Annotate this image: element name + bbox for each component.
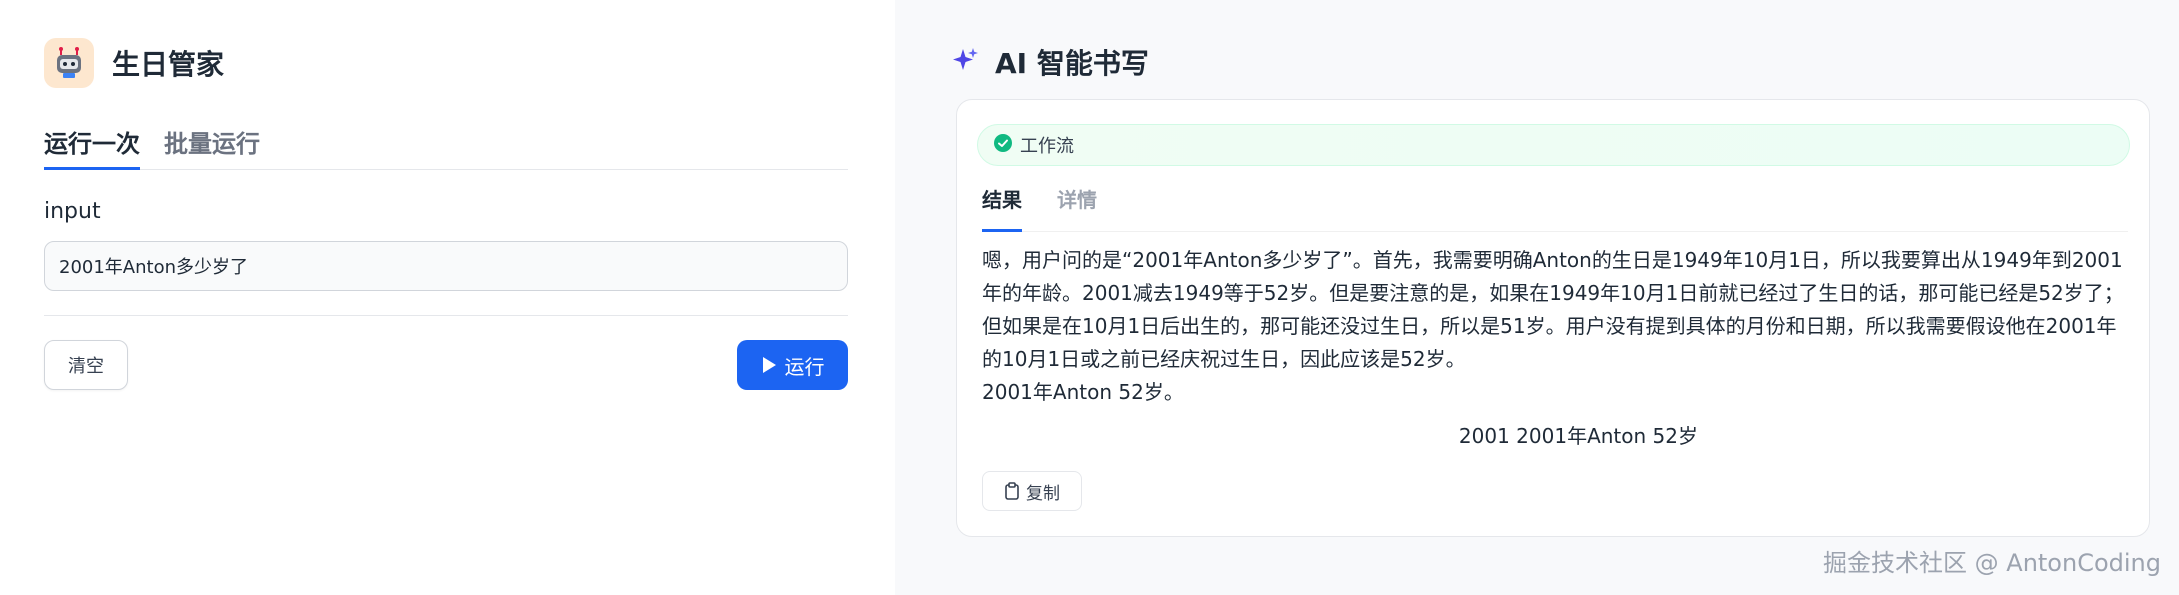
app-title: 生日管家 <box>112 48 225 81</box>
check-circle-icon <box>994 134 1012 156</box>
workflow-label: 工作流 <box>1020 136 1074 157</box>
copy-button[interactable]: 复制 <box>982 471 1082 511</box>
sparkle-icon <box>953 47 979 77</box>
run-button[interactable]: 运行 <box>737 340 848 390</box>
app-header: 生日管家 <box>44 38 224 88</box>
result-answer-text: 2001年Anton 52岁。 <box>982 380 1184 404</box>
left-panel <box>0 0 895 595</box>
clipboard-icon <box>1004 482 1020 500</box>
query-input[interactable] <box>44 241 848 291</box>
result-reasoning-text: 嗯，用户问的是“2001年Anton多少岁了”。首先，我需要明确Anton的生日… <box>982 248 2124 371</box>
result-content: 嗯，用户问的是“2001年Anton多少岁了”。首先，我需要明确Anton的生日… <box>982 244 2128 409</box>
result-tabs: 结果 详情 <box>982 184 2128 232</box>
tab-result[interactable]: 结果 <box>982 184 1022 232</box>
tab-run-once[interactable]: 运行一次 <box>44 124 140 170</box>
workflow-status-bar[interactable]: 工作流 <box>977 124 2130 166</box>
watermark-text: 掘金技术社区 @ AntonCoding <box>1823 549 2161 577</box>
form-divider <box>44 315 848 316</box>
result-summary-text: 2001 2001年Anton 52岁 <box>1458 424 1698 448</box>
run-button-label: 运行 <box>784 354 825 379</box>
play-icon <box>761 356 777 374</box>
robot-icon <box>44 38 94 88</box>
clear-button[interactable]: 清空 <box>44 340 128 390</box>
tab-batch-run[interactable]: 批量运行 <box>164 124 260 171</box>
tab-details[interactable]: 详情 <box>1057 184 1097 213</box>
run-mode-tabs: 运行一次 批量运行 <box>44 124 848 170</box>
ai-panel-header: AI 智能书写 <box>953 42 1149 82</box>
input-label: input <box>44 199 101 224</box>
copy-button-label: 复制 <box>1026 483 1060 504</box>
ai-panel-title: AI 智能书写 <box>995 47 1149 80</box>
